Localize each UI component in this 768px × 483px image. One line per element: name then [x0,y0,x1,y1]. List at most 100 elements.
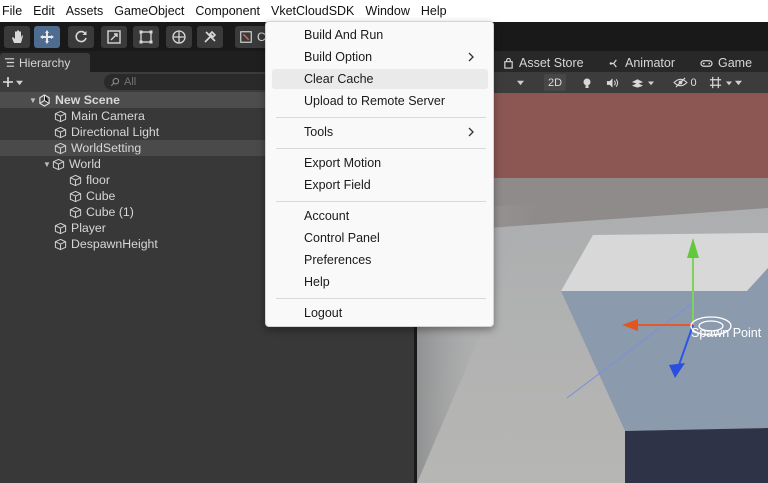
item-label: Main Camera [71,109,145,123]
rotate-icon [75,30,87,43]
item-label: Cube (1) [86,205,134,219]
mode-2d-label: 2D [547,76,563,89]
menu-separator [276,298,486,299]
create-button[interactable] [2,73,26,91]
effects-toggle[interactable] [628,74,656,91]
tools-icon [204,30,217,43]
shopping-bag-icon [504,57,513,69]
cube-top-face [561,233,768,291]
menu-item-label: Logout [304,306,343,320]
cube-dark-face [625,428,768,483]
menu-item-account[interactable]: Account [272,206,488,226]
gameobject-icon [54,126,67,138]
gameobject-icon [54,110,67,122]
menu-item-export-motion[interactable]: Export Motion [272,153,488,173]
menu-item-build-and-run[interactable]: Build And Run [272,25,488,45]
gameobject-icon [69,206,82,218]
vketcloudsdk-menu: Build And Run Build Option Clear Cache U… [265,21,494,327]
menu-bar: File Edit Assets GameObject Component Vk… [0,0,768,22]
menu-item-label: Build Option [304,50,373,64]
move-tool-button[interactable] [34,26,60,48]
menu-item-control-panel[interactable]: Control Panel [272,228,488,248]
game-label: Game [718,56,753,70]
item-label: Directional Light [71,125,160,139]
menu-item-logout[interactable]: Logout [272,303,488,323]
menu-item-preferences[interactable]: Preferences [272,250,488,270]
toggle-2d-button[interactable]: 2D [544,74,566,91]
gameobject-icon [54,142,67,154]
custom-tool-button[interactable] [197,26,223,48]
menu-item-build-option[interactable]: Build Option [272,47,488,67]
transform-icon [172,30,186,44]
gameobject-icon [54,238,67,250]
menu-item-label: Control Panel [304,231,380,245]
spawn-point-label: Spawn Point [691,326,762,340]
menu-help[interactable]: Help [417,0,454,22]
menu-edit[interactable]: Edit [29,0,62,22]
menu-item-tools[interactable]: Tools [272,122,488,142]
search-icon [110,77,120,87]
hierarchy-search-input[interactable] [124,76,254,88]
grid-icon [709,76,721,89]
menu-item-label: Tools [304,125,334,139]
animator-icon [609,58,617,68]
item-label: World [69,157,101,171]
rect-icon [139,30,153,44]
hidden-objects-toggle[interactable]: 0 [669,74,701,91]
hand-icon [12,30,23,43]
menu-item-label: Export Motion [304,156,382,170]
transform-tool-button[interactable] [166,26,192,48]
lighting-toggle[interactable] [578,74,596,91]
scene-dropdown-caret[interactable] [514,74,526,91]
rect-tool-button[interactable] [133,26,159,48]
menu-item-export-field[interactable]: Export Field [272,175,488,195]
menu-item-help[interactable]: Help [272,272,488,292]
item-label: Player [71,221,106,235]
menu-item-label: Account [304,209,350,223]
chevron-right-icon [468,127,474,137]
tab-hierarchy[interactable]: Hierarchy [0,53,90,72]
menu-separator [276,148,486,149]
rotate-tool-button[interactable] [68,26,94,48]
effects-icon [631,78,643,88]
item-label: DespawnHeight [71,237,158,251]
hierarchy-tab-label: Hierarchy [19,55,71,70]
menu-window[interactable]: Window [361,0,416,22]
audio-toggle[interactable] [603,74,621,91]
item-label: floor [86,173,110,187]
menu-separator [276,201,486,202]
pivot-icon [240,31,252,43]
gameobject-icon [69,174,82,186]
menu-item-clear-cache[interactable]: Clear Cache [272,69,488,89]
menu-component[interactable]: Component [191,0,267,22]
menu-file[interactable]: File [0,0,29,22]
caret-down-icon [16,80,23,85]
caret-down-icon [647,81,654,85]
expand-arrow-icon[interactable]: ▼ [42,160,52,169]
move-icon [40,30,54,44]
expand-arrow-icon[interactable]: ▼ [28,96,38,105]
caret-down-icon [734,80,742,86]
hierarchy-search[interactable] [104,74,274,90]
gizmos-dropdown[interactable] [731,74,745,91]
tab-asset-store[interactable]: Asset Store [503,54,584,72]
list-icon [4,58,15,67]
gameobject-icon [69,190,82,202]
menu-vketcloudsdk[interactable]: VketCloudSDK [267,0,362,22]
gameobject-icon [54,222,67,234]
chevron-right-icon [468,52,474,62]
tab-game[interactable]: Game [700,54,752,72]
menu-item-label: Upload to Remote Server [304,94,446,108]
scale-tool-button[interactable] [101,26,127,48]
grid-toggle[interactable] [706,74,734,91]
item-label: Cube [86,189,116,203]
caret-down-icon [516,80,524,86]
eye-slash-icon [673,77,689,88]
menu-item-upload-to-remote-server[interactable]: Upload to Remote Server [272,91,488,111]
menu-assets[interactable]: Assets [62,0,111,22]
unity-scene-icon [39,93,50,107]
menu-gameobject[interactable]: GameObject [110,0,191,22]
lightbulb-icon [583,78,591,88]
hand-tool-button[interactable] [4,26,30,48]
tab-animator[interactable]: Animator [609,54,675,72]
